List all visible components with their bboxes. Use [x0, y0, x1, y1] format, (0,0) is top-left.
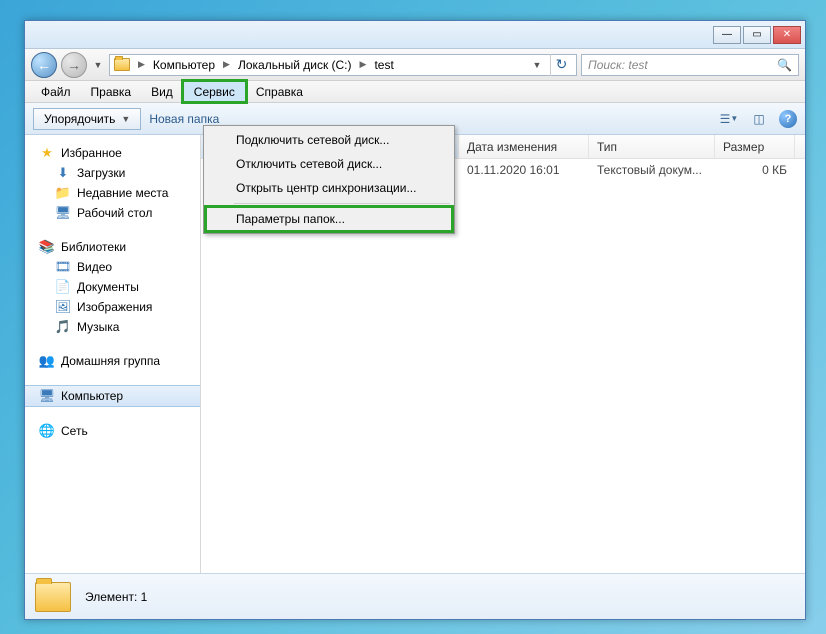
file-date: 01.11.2020 16:01 — [459, 163, 589, 177]
organize-label: Упорядочить — [44, 112, 115, 126]
nav-homegroup-label: Домашняя группа — [61, 354, 160, 368]
download-icon: ⬇ — [55, 165, 71, 181]
menu-tools[interactable]: Сервис — [183, 81, 246, 102]
col-date[interactable]: Дата изменения — [459, 135, 589, 158]
nav-network[interactable]: 🌐 Сеть — [25, 421, 200, 441]
nav-history-dropdown[interactable]: ▼ — [91, 55, 105, 75]
file-type: Текстовый докум... — [589, 163, 715, 177]
search-placeholder: Поиск: test — [588, 58, 648, 72]
nav-documents[interactable]: 📄 Документы — [25, 277, 200, 297]
desktop-icon: 🖥 — [55, 205, 71, 221]
search-icon: 🔍 — [777, 58, 792, 72]
back-button[interactable]: ← — [31, 52, 57, 78]
nav-libraries-label: Библиотеки — [61, 240, 126, 254]
nav-item-label: Видео — [77, 260, 112, 274]
nav-music[interactable]: 🎵 Музыка — [25, 317, 200, 337]
nav-pictures[interactable]: 🖼 Изображения — [25, 297, 200, 317]
col-type[interactable]: Тип — [589, 135, 715, 158]
nav-favorites[interactable]: ★ Избранное — [25, 143, 200, 163]
menu-map-drive[interactable]: Подключить сетевой диск... — [206, 128, 452, 152]
nav-computer[interactable]: 🖥 Компьютер — [25, 385, 200, 407]
nav-computer-label: Компьютер — [61, 389, 123, 403]
menu-view[interactable]: Вид — [141, 81, 183, 102]
close-button[interactable]: ✕ — [773, 26, 801, 44]
nav-item-label: Недавние места — [77, 186, 168, 200]
file-size: 0 КБ — [715, 163, 795, 177]
network-icon: 🌐 — [39, 423, 55, 439]
tools-dropdown-menu: Подключить сетевой диск... Отключить сет… — [203, 125, 455, 234]
menu-edit[interactable]: Правка — [81, 81, 142, 102]
minimize-button[interactable]: — — [713, 26, 741, 44]
nav-item-label: Загрузки — [77, 166, 125, 180]
video-icon: 🎞 — [55, 259, 71, 275]
nav-item-label: Музыка — [77, 320, 119, 334]
menu-sync-center[interactable]: Открыть центр синхронизации... — [206, 176, 452, 200]
navigation-bar: ← → ▼ ▶ Компьютер ▶ Локальный диск (C:) … — [25, 49, 805, 81]
new-folder-button[interactable]: Новая папка — [149, 112, 219, 126]
menu-folder-options[interactable]: Параметры папок... — [206, 207, 452, 231]
chevron-right-icon: ▶ — [136, 59, 147, 70]
view-options-button[interactable]: ☰ ▼ — [719, 109, 739, 129]
explorer-window: — ▭ ✕ ← → ▼ ▶ Компьютер ▶ Локальный диск… — [24, 20, 806, 620]
menubar: Файл Правка Вид Сервис Справка — [25, 81, 805, 103]
nav-network-label: Сеть — [61, 424, 88, 438]
libraries-icon: 📚 — [39, 239, 55, 255]
chevron-down-icon: ▼ — [121, 114, 130, 124]
folder-icon — [35, 582, 71, 612]
music-icon: 🎵 — [55, 319, 71, 335]
menu-help[interactable]: Справка — [246, 81, 313, 102]
refresh-button[interactable]: ↻ — [550, 54, 572, 76]
star-icon: ★ — [39, 145, 55, 161]
menu-separator — [234, 203, 450, 204]
breadcrumb-folder[interactable]: test — [374, 58, 393, 72]
nav-homegroup[interactable]: 👥 Домашняя группа — [25, 351, 200, 371]
nav-item-label: Изображения — [77, 300, 152, 314]
col-size[interactable]: Размер — [715, 135, 795, 158]
titlebar: — ▭ ✕ — [25, 21, 805, 49]
recent-icon: 📁 — [55, 185, 71, 201]
nav-item-label: Рабочий стол — [77, 206, 152, 220]
search-input[interactable]: Поиск: test 🔍 — [581, 54, 799, 76]
nav-libraries[interactable]: 📚 Библиотеки — [25, 237, 200, 257]
nav-favorites-label: Избранное — [61, 146, 122, 160]
chevron-right-icon: ▶ — [221, 59, 232, 70]
computer-icon: 🖥 — [39, 388, 55, 404]
breadcrumb-drive[interactable]: Локальный диск (C:) — [238, 58, 352, 72]
forward-button[interactable]: → — [61, 52, 87, 78]
address-bar[interactable]: ▶ Компьютер ▶ Локальный диск (C:) ▶ test… — [109, 54, 577, 76]
chevron-right-icon: ▶ — [358, 59, 369, 70]
folder-icon — [114, 58, 130, 71]
navigation-pane: ★ Избранное ⬇ Загрузки 📁 Недавние места 🖥 Ра… — [25, 135, 201, 595]
nav-item-label: Документы — [77, 280, 139, 294]
nav-videos[interactable]: 🎞 Видео — [25, 257, 200, 277]
status-text: Элемент: 1 — [85, 590, 147, 604]
nav-desktop[interactable]: 🖥 Рабочий стол — [25, 203, 200, 223]
menu-disconnect-drive[interactable]: Отключить сетевой диск... — [206, 152, 452, 176]
preview-pane-button[interactable]: ◫ — [749, 109, 769, 129]
maximize-button[interactable]: ▭ — [743, 26, 771, 44]
nav-downloads[interactable]: ⬇ Загрузки — [25, 163, 200, 183]
help-button[interactable]: ? — [779, 110, 797, 128]
picture-icon: 🖼 — [55, 299, 71, 315]
menu-file[interactable]: Файл — [31, 81, 81, 102]
breadcrumb-computer[interactable]: Компьютер — [153, 58, 215, 72]
homegroup-icon: 👥 — [39, 353, 55, 369]
nav-recent[interactable]: 📁 Недавние места — [25, 183, 200, 203]
organize-button[interactable]: Упорядочить ▼ — [33, 108, 141, 130]
document-icon: 📄 — [55, 279, 71, 295]
address-dropdown[interactable]: ▼ — [530, 55, 544, 75]
status-bar: Элемент: 1 — [25, 573, 805, 619]
